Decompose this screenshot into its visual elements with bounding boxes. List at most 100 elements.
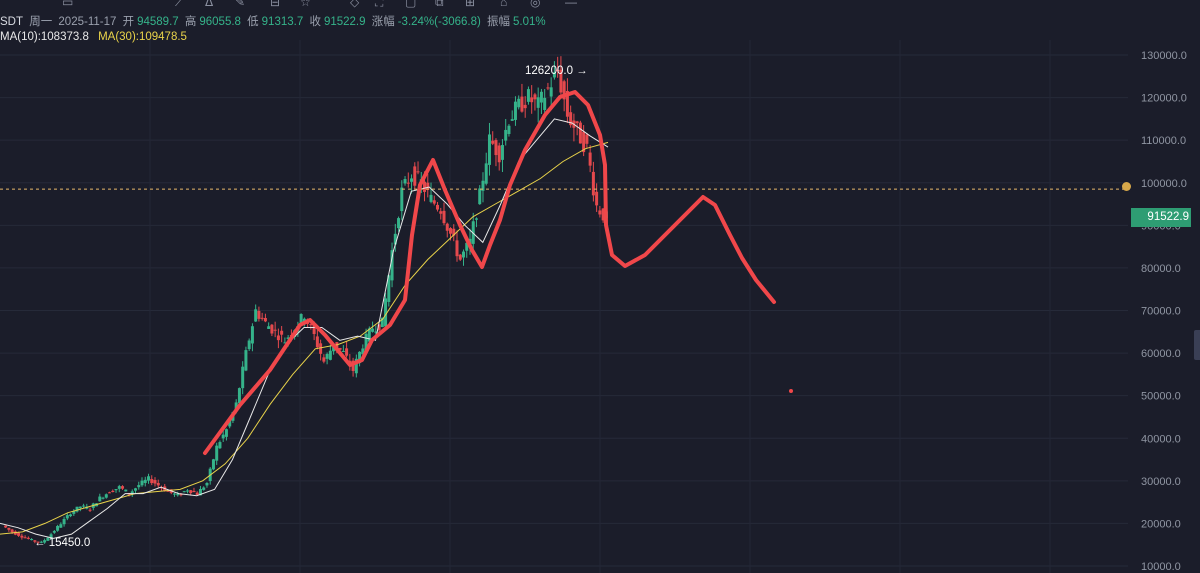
- y-tick-label: 80000.0: [1141, 263, 1181, 275]
- candle-body: [185, 490, 189, 492]
- candle-body: [270, 324, 274, 334]
- candle-body: [439, 211, 443, 214]
- candle-body: [432, 200, 436, 204]
- candle-body: [595, 191, 599, 206]
- candle-body: [591, 171, 595, 196]
- candle-body: [276, 335, 280, 341]
- candle-body: [17, 532, 21, 536]
- candle-body: [598, 210, 602, 215]
- candle-body: [192, 490, 196, 492]
- candle-body: [497, 145, 501, 163]
- candle-body: [273, 329, 277, 331]
- candle-body: [224, 429, 228, 437]
- candle-body: [494, 140, 498, 156]
- candle-body: [513, 101, 517, 120]
- candle-body: [328, 350, 332, 360]
- candle-body: [82, 505, 86, 507]
- y-tick-label: 70000.0: [1141, 306, 1181, 318]
- candle-body: [195, 492, 199, 495]
- candle-body: [429, 194, 433, 202]
- candle-body: [510, 119, 514, 121]
- candle-body: [143, 479, 147, 483]
- candle-body: [487, 134, 491, 165]
- candle-body: [400, 187, 404, 212]
- candle-body: [182, 491, 186, 493]
- candle-body: [474, 218, 478, 220]
- y-tick-label: 40000.0: [1141, 433, 1181, 445]
- drawing-dot: [789, 389, 793, 393]
- candle-body: [530, 97, 534, 103]
- candle-body: [237, 388, 241, 404]
- candle-body: [257, 310, 261, 319]
- candle-body: [98, 496, 102, 502]
- candle-body: [140, 480, 144, 486]
- candle-body: [546, 87, 550, 89]
- candle-body: [26, 537, 30, 539]
- candle-body: [221, 434, 225, 439]
- candle-body: [280, 330, 284, 335]
- candle-body: [205, 482, 209, 486]
- current-price-tag: 91522.9: [1131, 208, 1191, 227]
- candle-body: [52, 531, 56, 533]
- candle-body: [254, 309, 258, 322]
- candle-body: [218, 442, 222, 449]
- candle-body: [484, 163, 488, 184]
- candle-body: [371, 328, 375, 332]
- candle-body: [575, 121, 579, 124]
- low-annotation: ← 15450.0: [34, 537, 90, 549]
- candle-body: [156, 482, 160, 486]
- candle-body: [23, 537, 27, 539]
- candle-body: [517, 98, 521, 108]
- candle-body: [78, 506, 82, 509]
- y-tick-label: 10000.0: [1141, 561, 1181, 573]
- candle-body: [406, 182, 410, 184]
- candle-body: [413, 166, 417, 186]
- candle-body: [134, 488, 138, 491]
- candle-body: [416, 171, 420, 173]
- y-tick-label: 50000.0: [1141, 391, 1181, 403]
- y-tick-label: 100000.0: [1141, 178, 1187, 190]
- candle-body: [445, 223, 449, 231]
- candle-body: [244, 350, 248, 371]
- y-tick-label: 20000.0: [1141, 518, 1181, 530]
- candle-body: [260, 317, 264, 319]
- candle-body: [117, 486, 121, 489]
- price-chart[interactable]: 126200.0 → ← 15450.0 130000.0 120000.0 110…: [0, 0, 1200, 573]
- candle-body: [114, 489, 118, 491]
- candle-body: [403, 179, 407, 184]
- candle-body: [520, 96, 524, 112]
- y-tick-label: 60000.0: [1141, 348, 1181, 360]
- candle-body: [267, 326, 271, 329]
- candle-body: [62, 518, 66, 525]
- candle-body: [65, 515, 69, 519]
- candle-body: [211, 459, 215, 470]
- candle-body: [523, 104, 527, 109]
- alert-dot-icon[interactable]: [1122, 182, 1131, 191]
- candle-body: [543, 97, 547, 110]
- candle-body: [56, 525, 60, 531]
- ma10-line: [0, 118, 609, 539]
- side-panel-handle[interactable]: [1194, 330, 1200, 360]
- candle-body: [588, 152, 592, 166]
- candle-body: [549, 87, 553, 97]
- grid-lines: [0, 40, 1128, 573]
- candle-body: [111, 490, 115, 492]
- candle-body: [263, 317, 267, 322]
- candle-body: [458, 254, 462, 260]
- candle-body: [397, 218, 401, 229]
- candle-body: [189, 490, 193, 494]
- candle-body: [536, 97, 540, 108]
- high-annotation: 126200.0 →: [525, 65, 588, 77]
- candle-body: [341, 350, 345, 352]
- candle-body: [121, 486, 125, 489]
- candle-body: [299, 314, 303, 323]
- candle-body: [7, 527, 11, 530]
- candle-body: [585, 134, 589, 144]
- candle-body: [504, 129, 508, 141]
- candle-body: [150, 479, 154, 484]
- candle-body: [345, 348, 349, 356]
- candle-body: [442, 210, 446, 224]
- candle-body: [30, 539, 34, 541]
- candle-body: [4, 525, 8, 528]
- candle-body: [455, 240, 459, 257]
